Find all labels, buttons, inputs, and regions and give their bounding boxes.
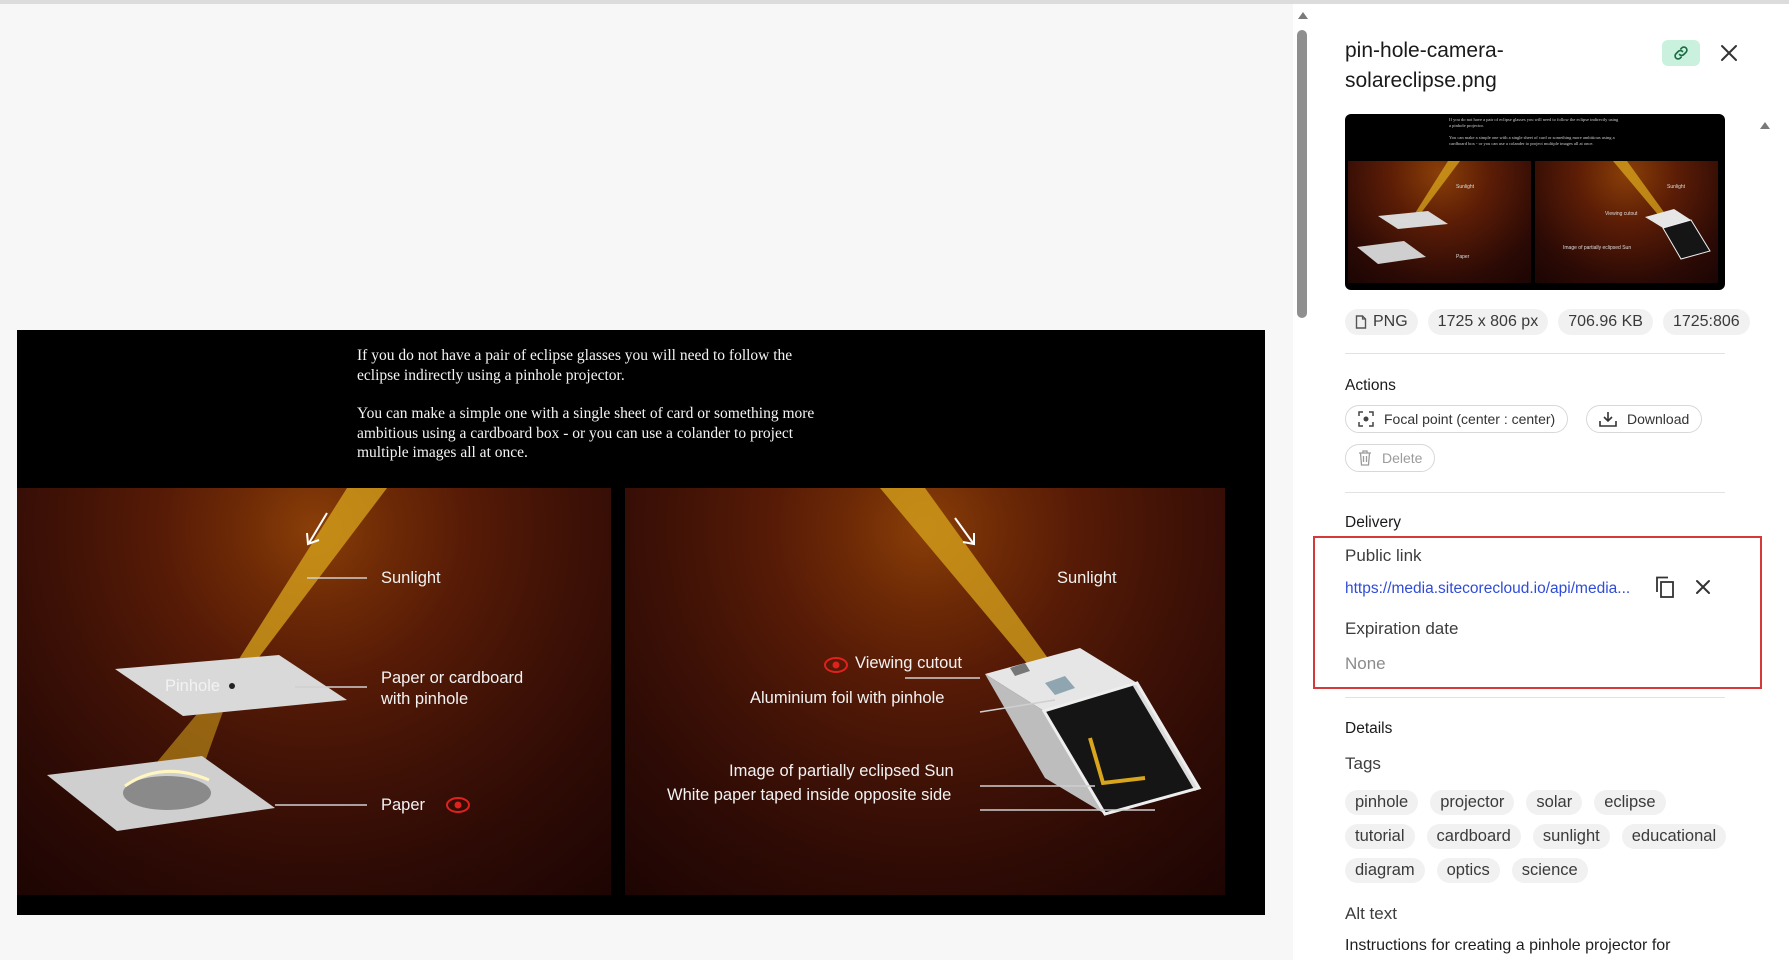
focal-point-icon bbox=[1358, 411, 1374, 427]
delivery-heading: Delivery bbox=[1345, 514, 1401, 531]
intro-line: You can make a simple one with a single … bbox=[357, 405, 815, 422]
alt-text-label: Alt text bbox=[1345, 904, 1397, 923]
tag-chip[interactable]: diagram bbox=[1345, 858, 1425, 883]
tag-chip[interactable]: optics bbox=[1436, 858, 1500, 883]
close-icon bbox=[1721, 45, 1737, 61]
eye-icon bbox=[824, 657, 848, 673]
file-icon bbox=[1355, 315, 1367, 329]
tags-list: pinhole projector solar eclipse tutorial… bbox=[1345, 790, 1745, 883]
scroll-up-arrow-icon[interactable] bbox=[1298, 12, 1308, 19]
tag-chip[interactable]: eclipse bbox=[1594, 790, 1666, 815]
copy-url-button[interactable] bbox=[1652, 574, 1678, 600]
public-link-label: Public link bbox=[1345, 546, 1422, 565]
tag-chip[interactable]: sunlight bbox=[1532, 824, 1610, 849]
download-icon bbox=[1599, 412, 1617, 427]
copy-icon bbox=[1656, 576, 1674, 598]
tag-chip[interactable]: tutorial bbox=[1345, 824, 1415, 849]
expiration-label: Expiration date bbox=[1345, 619, 1459, 638]
tag-chip[interactable]: science bbox=[1511, 858, 1588, 883]
tags-label: Tags bbox=[1345, 754, 1381, 773]
tag-chip[interactable]: projector bbox=[1430, 790, 1515, 815]
preview-image: If you do not have a pair of eclipse gla… bbox=[17, 330, 1265, 915]
alt-text-value: Instructions for creating a pinhole proj… bbox=[1345, 937, 1671, 954]
filesize-chip: 706.96 KB bbox=[1558, 309, 1653, 335]
label-paper: Paper bbox=[381, 796, 426, 814]
image-thumbnail[interactable]: If you do not have a pair of eclipse gla… bbox=[1345, 114, 1725, 290]
eye-icon bbox=[446, 797, 470, 813]
file-meta-chips: PNG 1725 x 806 px 706.96 KB 1725:806 bbox=[1345, 309, 1750, 335]
delete-button[interactable]: Delete bbox=[1345, 444, 1436, 472]
label-sunlight: Sunlight bbox=[381, 569, 441, 587]
image-intro-text: If you do not have a pair of eclipse gla… bbox=[357, 346, 917, 482]
image-preview-area: If you do not have a pair of eclipse gla… bbox=[0, 4, 1293, 960]
tag-chip[interactable]: pinhole bbox=[1345, 790, 1419, 815]
panel-scroll-up-icon[interactable] bbox=[1760, 122, 1770, 129]
label-white-paper: White paper taped inside opposite side bbox=[667, 786, 952, 804]
label-pinhole: Pinhole bbox=[165, 677, 221, 695]
intro-line: If you do not have a pair of eclipse gla… bbox=[357, 347, 793, 364]
dimensions-chip: 1725 x 806 px bbox=[1427, 309, 1549, 335]
scrollbar-thumb[interactable] bbox=[1297, 30, 1307, 318]
trash-icon bbox=[1359, 450, 1371, 466]
ratio-chip: 1725:806 bbox=[1662, 309, 1750, 335]
divider bbox=[1345, 492, 1725, 493]
download-button[interactable]: Download bbox=[1586, 405, 1703, 433]
copy-link-button[interactable] bbox=[1662, 40, 1700, 66]
thumbnail-text: If you do not have a pair of eclipse gla… bbox=[1449, 117, 1619, 146]
expiration-value: None bbox=[1345, 654, 1386, 673]
thumbnail-left-panel: Sunlight Pinhole Paper bbox=[1348, 161, 1531, 283]
card-projector-illustration: Sunlight Pinhole Paper or cardboard with… bbox=[17, 488, 611, 895]
remove-link-button[interactable] bbox=[1690, 574, 1716, 600]
label-sunlight-right: Sunlight bbox=[1057, 569, 1117, 587]
intro-line: eclipse indirectly using a pinhole proje… bbox=[357, 366, 625, 384]
actions-heading: Actions bbox=[1345, 377, 1396, 394]
label-with-pinhole: with pinhole bbox=[381, 690, 469, 708]
divider bbox=[1345, 353, 1725, 354]
intro-line: ambitious using a cardboard box - or you… bbox=[357, 424, 794, 442]
tag-chip[interactable]: cardboard bbox=[1426, 824, 1521, 849]
thumbnail-right-panel: Sunlight Viewing cutout Image of partial… bbox=[1535, 161, 1718, 283]
divider bbox=[1345, 697, 1725, 698]
format-chip: PNG bbox=[1345, 309, 1418, 335]
box-projector-illustration: Sunlight Viewing cutout Aluminium foil w… bbox=[625, 488, 1225, 895]
close-panel-button[interactable] bbox=[1716, 40, 1742, 66]
details-heading: Details bbox=[1345, 720, 1393, 737]
public-link-url[interactable]: https://media.sitecorecloud.io/api/media… bbox=[1345, 580, 1641, 598]
close-icon bbox=[1696, 580, 1710, 594]
label-aluminium: Aluminium foil with pinhole bbox=[750, 689, 945, 707]
label-viewing-cutout: Viewing cutout bbox=[855, 654, 963, 672]
label-paper-card: Paper or cardboard bbox=[381, 669, 524, 687]
intro-line: multiple images all at once. bbox=[357, 444, 528, 461]
label-image-sun: Image of partially eclipsed Sun bbox=[729, 762, 954, 780]
focal-point-button[interactable]: Focal point (center : center) bbox=[1345, 405, 1569, 433]
tag-chip[interactable]: solar bbox=[1526, 790, 1583, 815]
tag-chip[interactable]: educational bbox=[1621, 824, 1727, 849]
link-icon bbox=[1674, 46, 1688, 60]
file-title: pin-hole-camera-solareclipse.png bbox=[1345, 39, 1504, 92]
